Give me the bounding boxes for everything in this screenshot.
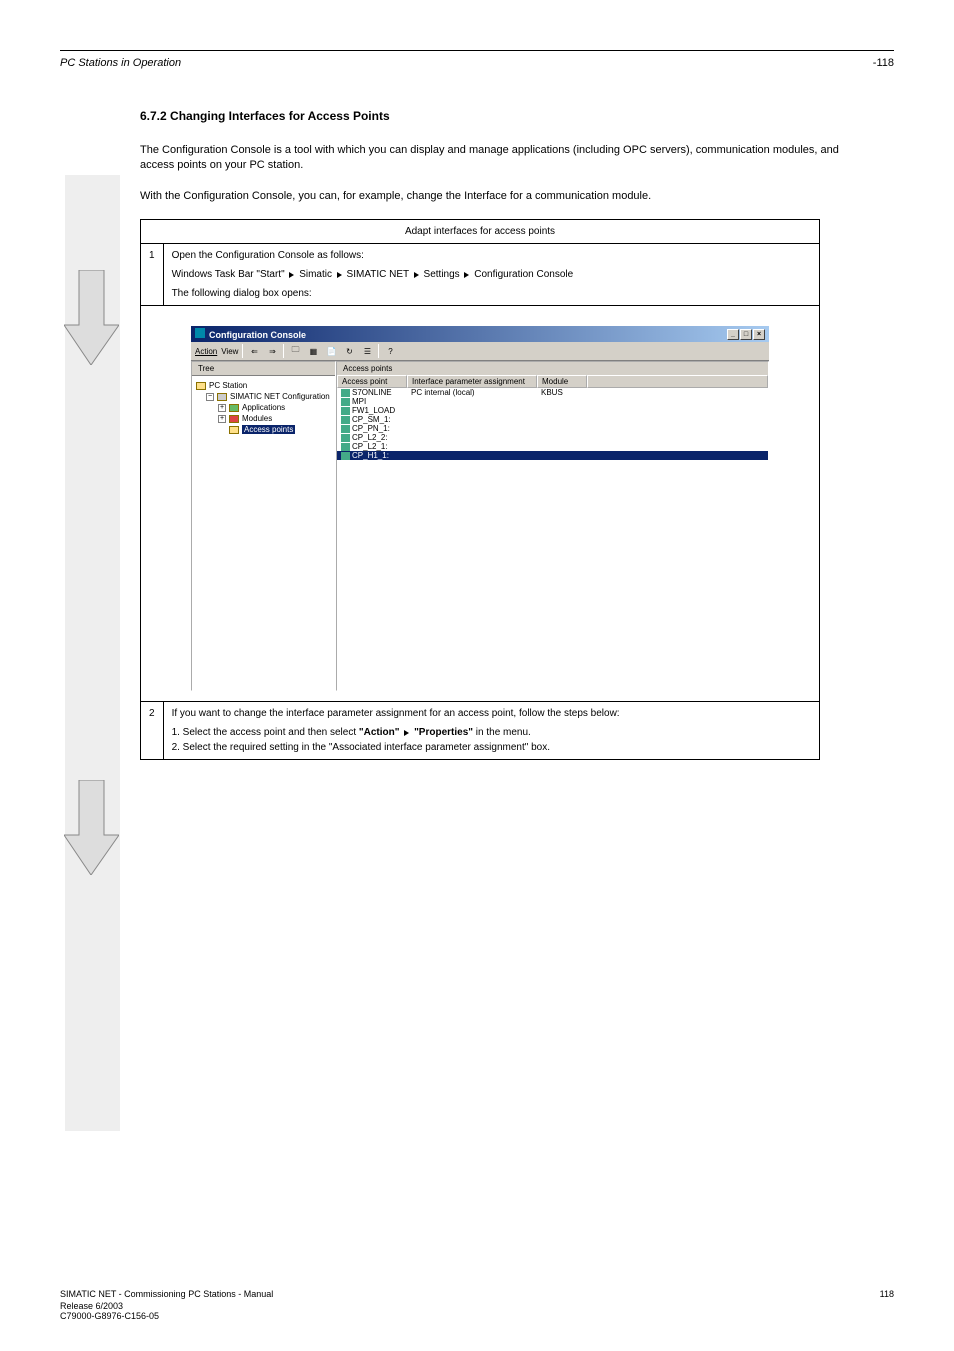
access-point-icon xyxy=(341,416,350,424)
page-number: 118 xyxy=(880,1289,894,1299)
access-point-icon xyxy=(341,452,350,460)
menu-name: "Properties" xyxy=(414,727,473,738)
table-header: Adapt interfaces for access points xyxy=(141,220,820,244)
header-right: -118 xyxy=(873,57,894,69)
chevron-right-icon xyxy=(414,272,419,278)
intro-paragraph-2: With the Configuration Console, you can,… xyxy=(140,189,854,204)
step2-sub2: 2. Select the required setting in the "A… xyxy=(172,742,811,753)
chevron-right-icon xyxy=(337,272,342,278)
tree-item-simatic[interactable]: −SIMATIC NET Configuration xyxy=(196,391,331,402)
window-titlebar[interactable]: Configuration Console _ □ × xyxy=(191,326,769,342)
tb-button[interactable]: ▦ xyxy=(306,344,320,358)
app-icon xyxy=(195,328,205,338)
page-footer: SIMATIC NET - Commissioning PC Stations … xyxy=(60,1289,894,1321)
step-number: 2 xyxy=(141,702,164,760)
close-button[interactable]: × xyxy=(753,329,765,340)
refresh-button[interactable]: ↻ xyxy=(342,344,356,358)
list-row[interactable]: S7ONLINEPC internal (local)KBUS xyxy=(337,388,768,397)
tree-item-access-points[interactable]: Access points xyxy=(196,424,331,435)
computer-icon xyxy=(217,393,227,401)
tree-pane: Tree PC Station −SIMATIC NET Configurati… xyxy=(191,361,336,691)
properties-button[interactable]: 📄 xyxy=(324,344,338,358)
step-number: 1 xyxy=(141,244,164,306)
nav-forward-button[interactable]: ⇒ xyxy=(265,344,279,358)
column-header-access-point[interactable]: Access point xyxy=(337,375,407,388)
menu-view[interactable]: View xyxy=(221,347,238,356)
access-point-icon xyxy=(341,407,350,415)
list-row[interactable]: FW1_LOAD xyxy=(337,406,768,415)
menu-action[interactable]: Action xyxy=(195,347,217,356)
arrow-icon xyxy=(64,270,119,368)
folder-icon xyxy=(229,404,239,412)
step2-intro: If you want to change the interface para… xyxy=(172,708,811,719)
folder-icon xyxy=(229,415,239,423)
chevron-right-icon xyxy=(464,272,469,278)
maximize-button[interactable]: □ xyxy=(740,329,752,340)
access-point-icon xyxy=(341,425,350,433)
tree-item-root[interactable]: PC Station xyxy=(196,380,331,391)
access-point-icon xyxy=(341,434,350,442)
up-button[interactable]: 🗀 xyxy=(288,344,302,358)
chevron-right-icon xyxy=(404,730,409,736)
step1-outro: The following dialog box opens: xyxy=(172,288,811,299)
step1-intro: Open the Configuration Console as follow… xyxy=(172,250,811,261)
minimize-button[interactable]: _ xyxy=(727,329,739,340)
list-row[interactable]: CP_L2_2: xyxy=(337,433,768,442)
menu-path-segment: Settings xyxy=(424,269,460,280)
expand-icon[interactable]: + xyxy=(218,415,226,423)
section-title: 6.7.2 Changing Interfaces for Access Poi… xyxy=(140,109,894,123)
export-button[interactable]: ☰ xyxy=(360,344,374,358)
access-point-icon xyxy=(341,389,350,397)
menu-instruction: 1. Select the access point and then sele… xyxy=(172,727,359,738)
collapse-icon[interactable]: − xyxy=(206,393,214,401)
list-row[interactable]: CP_L2_1: xyxy=(337,442,768,451)
tree-tab[interactable]: Tree xyxy=(192,362,335,376)
menu-instruction: in the menu. xyxy=(476,727,531,738)
menu-path-segment: SIMATIC NET xyxy=(347,269,409,280)
help-button[interactable]: ? xyxy=(383,344,397,358)
header-left: PC Stations in Operation xyxy=(60,57,181,69)
list-title: Access points xyxy=(337,362,768,375)
list-row[interactable]: CP_SM_1: xyxy=(337,415,768,424)
menu-path-segment: Configuration Console xyxy=(474,269,573,280)
column-header-spacer xyxy=(587,375,768,388)
intro-paragraph-1: The Configuration Console is a tool with… xyxy=(140,143,854,174)
step-description: If you want to change the interface para… xyxy=(163,702,819,760)
steps-table: Adapt interfaces for access points 1 Ope… xyxy=(140,219,820,760)
column-header-module[interactable]: Module xyxy=(537,375,587,388)
list-pane: Access points Access point Interface par… xyxy=(336,361,769,691)
access-point-icon xyxy=(341,443,350,451)
folder-icon xyxy=(229,426,239,434)
chevron-right-icon xyxy=(289,272,294,278)
folder-icon xyxy=(196,382,206,390)
access-point-icon xyxy=(341,398,350,406)
window-toolbar: Action View ⇐ ⇒ 🗀 ▦ 📄 ↻ ☰ ? xyxy=(191,342,769,361)
list-row[interactable]: MPI xyxy=(337,397,768,406)
window-title: Configuration Console xyxy=(209,330,306,340)
tree-item-applications[interactable]: +Applications xyxy=(196,402,331,413)
column-header-ipa[interactable]: Interface parameter assignment xyxy=(407,375,537,388)
step-description: Open the Configuration Console as follow… xyxy=(163,244,819,306)
list-row-selected[interactable]: CP_H1_1: xyxy=(337,451,768,460)
arrow-icon xyxy=(64,780,119,878)
nav-back-button[interactable]: ⇐ xyxy=(247,344,261,358)
config-console-window: Configuration Console _ □ × Action View … xyxy=(191,326,769,691)
menu-name: "Action" xyxy=(359,727,400,738)
tree-item-modules[interactable]: +Modules xyxy=(196,413,331,424)
menu-path-segment: Simatic xyxy=(299,269,332,280)
list-row[interactable]: CP_PN_1: xyxy=(337,424,768,433)
menu-path-segment: Windows Task Bar "Start" xyxy=(172,269,285,280)
expand-icon[interactable]: + xyxy=(218,404,226,412)
